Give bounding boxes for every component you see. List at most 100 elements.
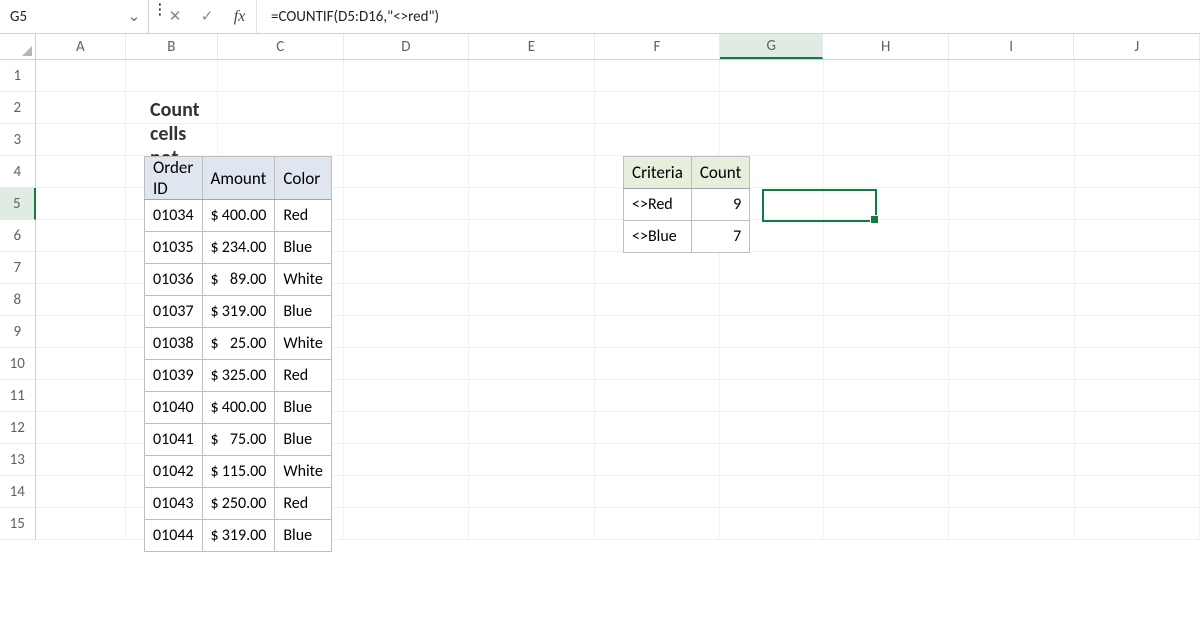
- cell[interactable]: [824, 348, 949, 380]
- row-header-10[interactable]: 10: [0, 348, 36, 380]
- cell[interactable]: [949, 60, 1074, 92]
- row-header-14[interactable]: 14: [0, 476, 36, 508]
- cell[interactable]: [595, 380, 720, 412]
- cell-criteria[interactable]: <>Red: [624, 189, 692, 221]
- cell[interactable]: [469, 220, 594, 252]
- cell[interactable]: [469, 444, 594, 476]
- cell[interactable]: [36, 220, 126, 252]
- cell[interactable]: [949, 284, 1074, 316]
- cell[interactable]: [595, 124, 720, 156]
- row-header-6[interactable]: 6: [0, 220, 36, 252]
- cell[interactable]: [824, 252, 949, 284]
- cell[interactable]: [36, 60, 126, 92]
- cell[interactable]: [949, 220, 1074, 252]
- cell[interactable]: [949, 476, 1074, 508]
- insert-function-button[interactable]: fx: [223, 0, 257, 33]
- cell[interactable]: [720, 508, 823, 540]
- cell-order-id[interactable]: 01038: [145, 328, 203, 360]
- cell-color[interactable]: Red: [275, 488, 331, 520]
- cell[interactable]: [1075, 124, 1200, 156]
- cell-amount[interactable]: $75.00: [202, 424, 275, 456]
- cell[interactable]: [36, 476, 126, 508]
- row-header-3[interactable]: 3: [0, 124, 36, 156]
- cell[interactable]: [595, 92, 720, 124]
- cell-amount[interactable]: $400.00: [202, 200, 275, 232]
- cell[interactable]: [344, 412, 469, 444]
- cell[interactable]: [469, 284, 594, 316]
- col-header-H[interactable]: H: [823, 34, 949, 59]
- cell[interactable]: [36, 188, 126, 220]
- cell[interactable]: [1075, 252, 1200, 284]
- row-header-5[interactable]: 5: [0, 188, 36, 220]
- cell[interactable]: [824, 316, 949, 348]
- cell[interactable]: [949, 316, 1074, 348]
- cell[interactable]: [824, 60, 949, 92]
- cell[interactable]: [344, 476, 469, 508]
- col-header-B[interactable]: B: [126, 34, 218, 59]
- cell[interactable]: [949, 444, 1074, 476]
- cell-order-id[interactable]: 01040: [145, 392, 203, 424]
- cell-amount[interactable]: $250.00: [202, 488, 275, 520]
- row-header-7[interactable]: 7: [0, 252, 36, 284]
- row-header-12[interactable]: 12: [0, 412, 36, 444]
- cell[interactable]: [595, 284, 720, 316]
- cell[interactable]: [824, 284, 949, 316]
- cell[interactable]: [720, 124, 823, 156]
- cell-amount[interactable]: $89.00: [202, 264, 275, 296]
- cell[interactable]: [595, 60, 720, 92]
- header-amount[interactable]: Amount: [202, 157, 275, 200]
- cell-order-id[interactable]: 01041: [145, 424, 203, 456]
- cell[interactable]: [36, 252, 126, 284]
- cell[interactable]: [469, 476, 594, 508]
- cell[interactable]: [720, 316, 823, 348]
- row-header-11[interactable]: 11: [0, 380, 36, 412]
- cell[interactable]: [469, 412, 594, 444]
- cell[interactable]: [949, 92, 1074, 124]
- row-header-1[interactable]: 1: [0, 60, 36, 92]
- row-header-9[interactable]: 9: [0, 316, 36, 348]
- cell-color[interactable]: Red: [275, 200, 331, 232]
- row-header-15[interactable]: 15: [0, 508, 36, 540]
- cell[interactable]: [720, 380, 823, 412]
- select-all-corner[interactable]: [0, 34, 36, 59]
- cell[interactable]: [949, 380, 1074, 412]
- cell-count[interactable]: 7: [691, 221, 749, 253]
- cell-count[interactable]: 9: [691, 189, 749, 221]
- cell-color[interactable]: Blue: [275, 424, 331, 456]
- cell-order-id[interactable]: 01036: [145, 264, 203, 296]
- cell[interactable]: [720, 348, 823, 380]
- cell[interactable]: [36, 444, 126, 476]
- cell[interactable]: [595, 252, 720, 284]
- cell[interactable]: [824, 380, 949, 412]
- cell[interactable]: [949, 508, 1074, 540]
- cell[interactable]: [344, 252, 469, 284]
- cell[interactable]: [824, 508, 949, 540]
- cell[interactable]: [344, 284, 469, 316]
- cell[interactable]: [344, 156, 469, 188]
- cell[interactable]: [469, 348, 594, 380]
- cell[interactable]: [36, 508, 126, 540]
- col-header-I[interactable]: I: [949, 34, 1075, 59]
- cell[interactable]: [469, 252, 594, 284]
- cell[interactable]: [1075, 220, 1200, 252]
- cell[interactable]: [344, 124, 469, 156]
- cell[interactable]: [469, 60, 594, 92]
- cell[interactable]: [1075, 380, 1200, 412]
- col-header-C[interactable]: C: [218, 34, 344, 59]
- enter-button[interactable]: ✓: [191, 0, 223, 33]
- cell[interactable]: [949, 348, 1074, 380]
- cell[interactable]: [1075, 476, 1200, 508]
- cell[interactable]: [1075, 92, 1200, 124]
- cell-order-id[interactable]: 01035: [145, 232, 203, 264]
- cell[interactable]: [595, 476, 720, 508]
- row-header-4[interactable]: 4: [0, 156, 36, 188]
- cell[interactable]: [344, 348, 469, 380]
- cell-order-id[interactable]: 01039: [145, 360, 203, 392]
- cell[interactable]: [344, 508, 469, 540]
- cell[interactable]: [720, 412, 823, 444]
- cell[interactable]: [36, 284, 126, 316]
- cell[interactable]: [1075, 188, 1200, 220]
- cell[interactable]: [344, 92, 469, 124]
- cell-color[interactable]: Red: [275, 360, 331, 392]
- cell[interactable]: [1075, 412, 1200, 444]
